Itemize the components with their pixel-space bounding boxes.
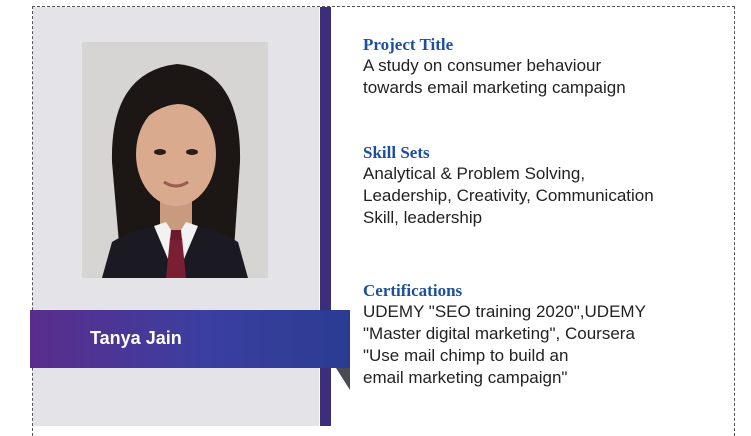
certifications-line: "Use mail chimp to build an — [363, 346, 569, 365]
certifications-heading: Certifications — [363, 281, 463, 300]
skills-line: Skill, leadership — [363, 208, 483, 227]
certifications-line: UDEMY "SEO training 2020",UDEMY — [363, 302, 646, 321]
certifications-line: "Master digital marketing", Coursera — [363, 324, 635, 343]
profile-photo — [82, 42, 268, 278]
skills-section: Skill Sets Analytical & Problem Solving,… — [363, 142, 654, 229]
certifications-section: Certifications UDEMY "SEO training 2020"… — [363, 280, 646, 389]
project-section: Project Title A study on consumer behavi… — [363, 34, 626, 99]
name-banner — [30, 310, 350, 368]
skills-line: Leadership, Creativity, Communication — [363, 186, 654, 205]
banner-fold — [336, 368, 350, 390]
certifications-line: email marketing campaign" — [363, 368, 568, 387]
profile-name: Tanya Jain — [90, 328, 182, 348]
project-line: A study on consumer behaviour — [363, 56, 602, 75]
project-heading: Project Title — [363, 35, 454, 54]
project-line: towards email marketing campaign — [363, 78, 626, 97]
skills-heading: Skill Sets — [363, 143, 430, 162]
person-photo-icon — [82, 42, 268, 278]
skills-line: Analytical & Problem Solving, — [363, 164, 586, 183]
